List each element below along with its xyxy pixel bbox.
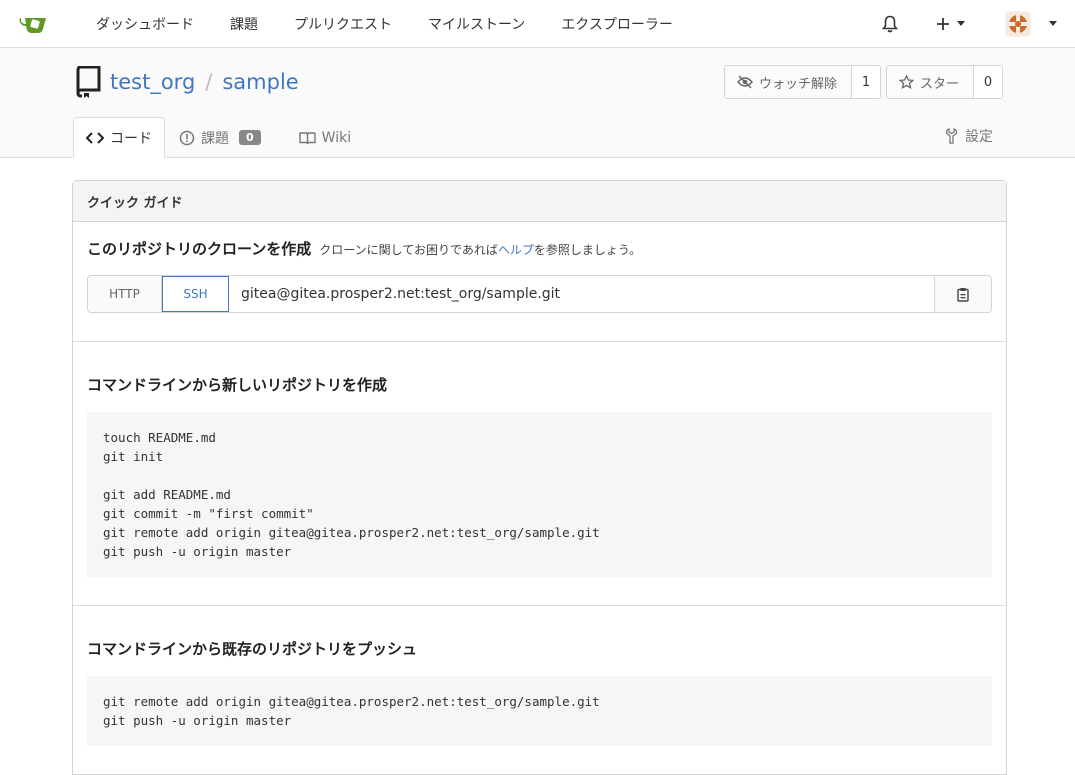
unwatch-button[interactable]: ウォッチ解除 [724,66,852,98]
star-button[interactable]: スター [886,66,974,98]
star-button-group: スター 0 [885,65,1003,99]
clone-url-bar: HTTP SSH gitea@gitea.prosper2.net:test_o… [87,275,992,313]
repo-book-icon [75,66,101,98]
http-button[interactable]: HTTP [88,276,162,312]
repo-name-link[interactable]: sample [222,70,298,94]
quick-guide-header: クイック ガイド [73,181,1006,222]
clone-url-input[interactable]: gitea@gitea.prosper2.net:test_org/sample… [229,276,935,312]
book-icon [298,131,316,144]
repo-tabs: コード 課題 0 Wiki [73,117,365,158]
new-repo-title: コマンドラインから新しいリポジトリを作成 [87,376,388,394]
clone-help-prefix: クローンに関してお困りであれば [319,243,498,257]
tab-wiki[interactable]: Wiki [287,117,363,158]
star-icon [898,75,914,89]
bell-icon[interactable] [882,15,898,33]
clone-help-suffix: を参照しましょう。 [533,243,642,257]
new-repo-code: touch README.md git init git add README.… [87,412,992,577]
quick-guide-panel: クイック ガイド このリポジトリのクローンを作成 クローンに関してお困りであれば… [72,180,1007,775]
ssh-button[interactable]: SSH [162,276,229,312]
repo-path-separator: / [205,70,213,94]
tab-wiki-label: Wiki [321,129,352,146]
tools-icon [945,128,958,144]
tab-code[interactable]: コード [73,117,165,158]
repo-owner-link[interactable]: test_org [110,70,195,94]
clone-help-text: クローンに関してお困りであればヘルプを参照しましょう。 [319,241,641,258]
clone-title-row: このリポジトリのクローンを作成 クローンに関してお困りであればヘルプを参照しまし… [87,238,992,259]
clone-section: このリポジトリのクローンを作成 クローンに関してお困りであればヘルプを参照しまし… [73,222,1006,342]
caret-down-icon [1049,20,1057,26]
repo-header: test_org / sample ウォッチ解除 1 スター 0 コード 課題 [0,48,1075,158]
new-repo-section: コマンドラインから新しいリポジトリを作成 touch README.md git… [73,342,1006,606]
tab-issues[interactable]: 課題 0 [167,117,273,158]
tab-settings[interactable]: 設定 [945,126,993,146]
tab-settings-label: 設定 [965,129,993,145]
watch-count[interactable]: 1 [852,66,880,98]
nav-milestones[interactable]: マイルストーン [428,14,525,34]
nav-issues[interactable]: 課題 [230,14,258,34]
copy-clipboard-button[interactable] [935,276,991,312]
nav-explore[interactable]: エクスプローラー [561,14,673,34]
nav-pull-requests[interactable]: プルリクエスト [294,14,392,34]
clone-title: このリポジトリのクローンを作成 [87,240,312,258]
issue-opened-icon [179,130,195,145]
clipboard-icon [957,287,969,302]
gitea-logo-icon[interactable] [18,12,52,36]
help-link[interactable]: ヘルプ [498,243,534,257]
star-label: スター [919,76,959,92]
top-navbar: ダッシュボード 課題 プルリクエスト マイルストーン エクスプローラー [0,0,1075,48]
star-count[interactable]: 0 [974,66,1002,98]
code-icon [86,131,104,144]
watch-button-group: ウォッチ解除 1 [723,65,881,99]
repo-actions: ウォッチ解除 1 スター 0 [719,65,1003,99]
quick-guide: クイック ガイド このリポジトリのクローンを作成 クローンに関してお困りであれば… [72,180,1007,775]
tab-issues-label: 課題 [201,130,229,147]
caret-down-icon [957,20,965,26]
plus-icon [937,17,949,30]
unwatch-label: ウォッチ解除 [758,76,837,92]
tab-code-label: コード [110,130,152,147]
repo-title: test_org / sample [75,66,299,98]
eye-slash-icon [737,75,753,89]
push-existing-title: コマンドラインから既存のリポジトリをプッシュ [87,640,418,658]
push-existing-section: コマンドラインから既存のリポジトリをプッシュ git remote add or… [73,606,1006,774]
issues-count-badge: 0 [239,130,261,145]
create-new-menu[interactable] [936,17,965,31]
nav-dashboard[interactable]: ダッシュボード [96,14,194,34]
push-existing-code: git remote add origin gitea@gitea.prospe… [87,676,992,746]
user-menu[interactable] [1005,10,1057,37]
avatar-icon [1005,10,1031,37]
